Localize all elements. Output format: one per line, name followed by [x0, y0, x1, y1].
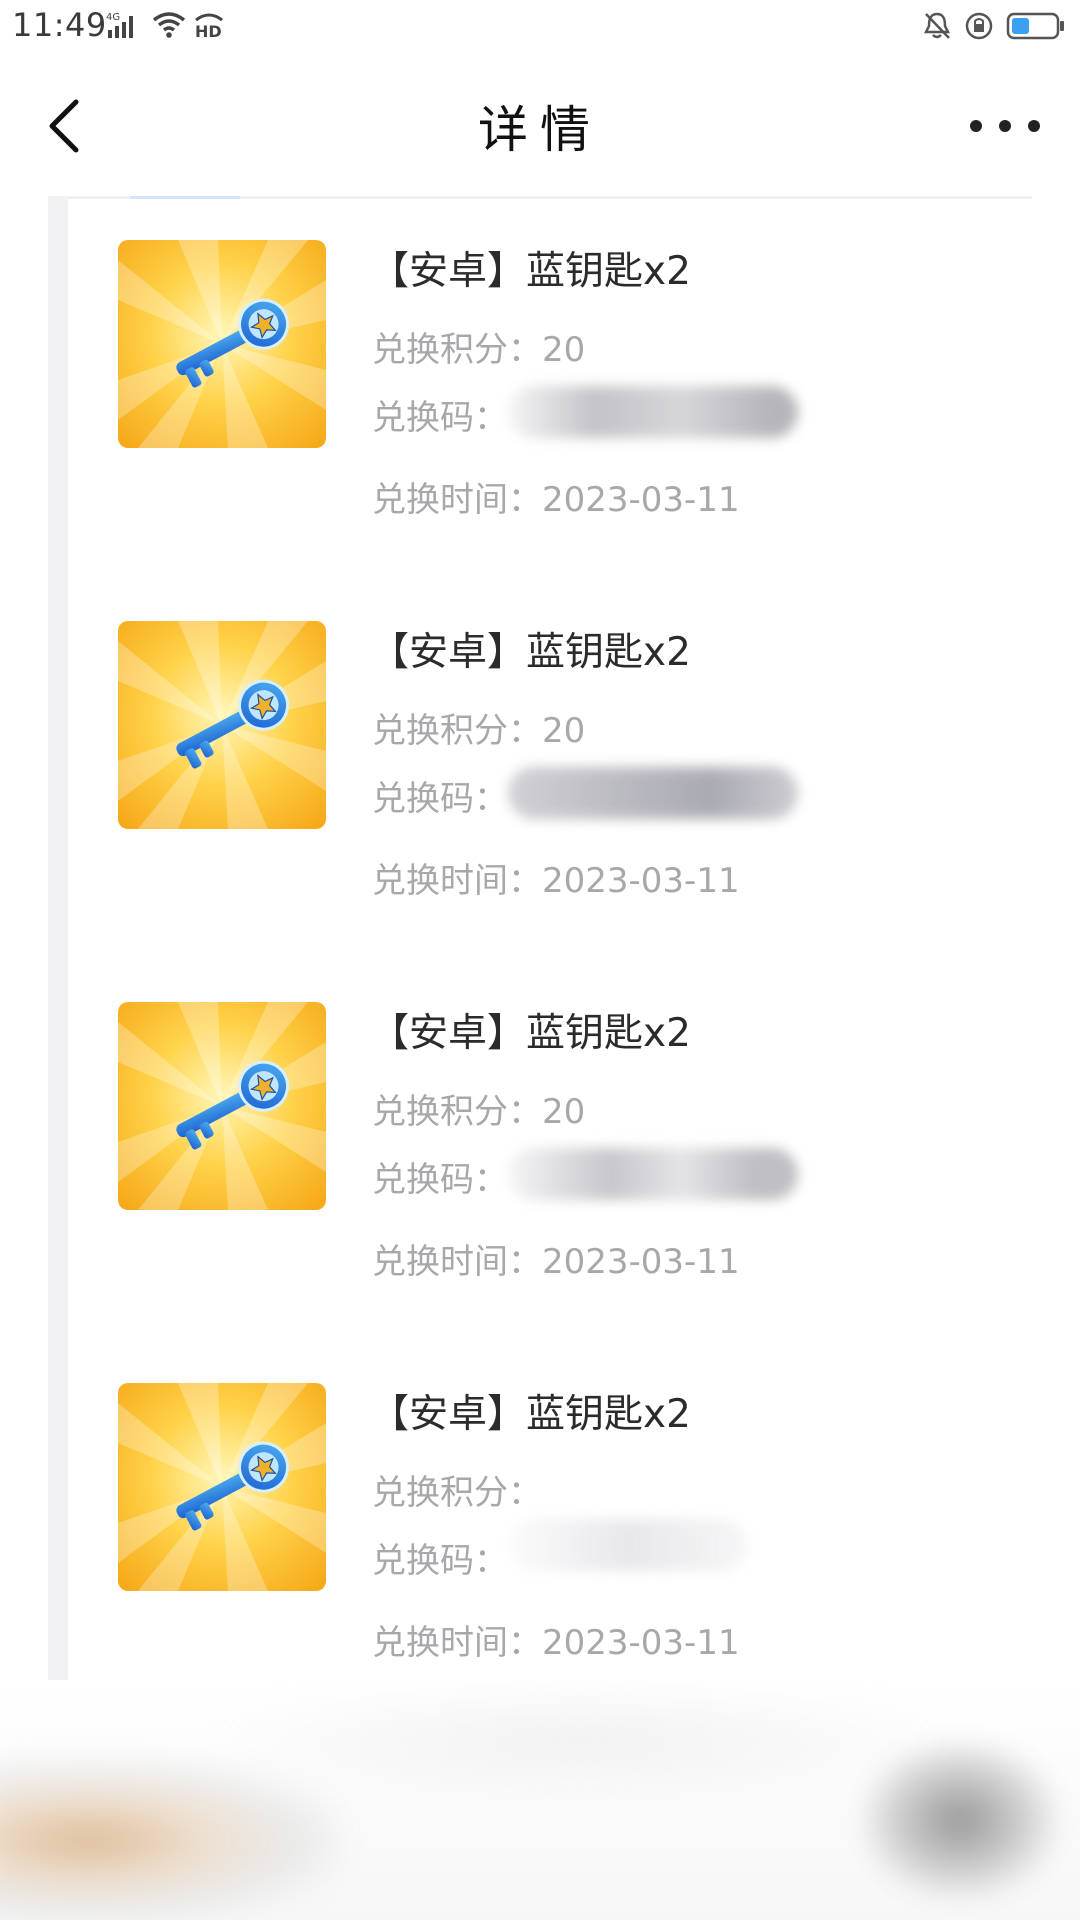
page-title: 详情: [478, 101, 602, 159]
points-label: 兑换积分：: [372, 711, 542, 751]
code-label: 兑换码：: [372, 779, 508, 819]
more-button[interactable]: [970, 106, 1040, 146]
code-label: 兑换码：: [372, 1541, 508, 1581]
code-label: 兑换码：: [372, 398, 508, 438]
time-label: 兑换时间：: [372, 480, 542, 520]
list-item[interactable]: 【安卓】蓝钥匙x2 兑换积分：20 兑换码： 兑换时间：2023-03-11: [0, 958, 1080, 1338]
points-row: 兑换积分：20: [372, 322, 585, 371]
list-item[interactable]: 【安卓】蓝钥匙x2 兑换积分：20 兑换码： 兑换时间：2023-03-11: [0, 196, 1080, 576]
content-area: 【安卓】蓝钥匙x2 兑换积分：20 兑换码： 兑换时间：2023-03-11 【…: [0, 196, 1080, 1680]
time-label: 兑换时间：: [372, 861, 542, 901]
blue-key-icon: [118, 240, 326, 448]
points-label: 兑换积分：: [372, 1473, 542, 1513]
redacted-code-blur: [508, 1519, 748, 1571]
svg-text:4G: 4G: [106, 12, 120, 23]
signal-icon: 4G: [106, 10, 146, 44]
points-label: 兑换积分：: [372, 330, 542, 370]
code-row[interactable]: 兑换码：: [372, 390, 508, 439]
product-thumbnail: [118, 621, 326, 829]
product-thumbnail: [118, 240, 326, 448]
product-thumbnail: [118, 1383, 326, 1591]
obscured-footer: [0, 1680, 1080, 1920]
rotation-lock-icon: [962, 10, 996, 46]
points-value: 20: [542, 330, 586, 370]
time-value: 2023-03-11: [542, 480, 740, 520]
redacted-code-blur: [508, 767, 798, 819]
blue-key-icon: [118, 1002, 326, 1210]
redacted-code-blur: [508, 1148, 798, 1200]
status-time: 11:49: [12, 6, 107, 44]
points-label: 兑换积分：: [372, 1092, 542, 1132]
points-row: 兑换积分：20: [372, 703, 585, 752]
mute-bell-icon: [922, 10, 952, 46]
status-left-icons: 4G HD: [106, 10, 226, 44]
item-title: 【安卓】蓝钥匙x2: [370, 630, 691, 675]
status-right-icons: [922, 10, 1066, 46]
product-thumbnail: [118, 1002, 326, 1210]
more-dot-icon: [999, 120, 1011, 132]
list-item[interactable]: 【安卓】蓝钥匙x2 兑换积分：20 兑换码： 兑换时间：2023-03-11: [0, 577, 1080, 957]
more-dot-icon: [1028, 120, 1040, 132]
points-row: 兑换积分：20: [372, 1084, 585, 1133]
status-bar: 11:49 4G HD: [0, 0, 1080, 56]
time-row: 兑换时间：2023-03-11: [372, 472, 740, 521]
points-row: 兑换积分：: [372, 1465, 542, 1514]
time-row: 兑换时间：2023-03-11: [372, 853, 740, 902]
blue-key-icon: [118, 1383, 326, 1591]
time-value: 2023-03-11: [542, 1242, 740, 1282]
battery-icon: [1006, 11, 1066, 45]
hd-icon: HD: [192, 10, 226, 44]
more-dot-icon: [970, 120, 982, 132]
code-row[interactable]: 兑换码：: [372, 1152, 508, 1201]
points-value: 20: [542, 711, 586, 751]
blur-smudge: [860, 1740, 1060, 1900]
time-label: 兑换时间：: [372, 1623, 542, 1663]
item-title: 【安卓】蓝钥匙x2: [370, 1392, 691, 1437]
svg-text:HD: HD: [195, 22, 222, 40]
list-item[interactable]: 【安卓】蓝钥匙x2 兑换积分： 兑换码： 兑换时间：2023-03-11: [0, 1339, 1080, 1719]
wifi-icon: [152, 10, 186, 44]
points-value: 20: [542, 1092, 586, 1132]
redacted-code-blur: [508, 386, 798, 438]
time-row: 兑换时间：2023-03-11: [372, 1615, 740, 1664]
app-header: 详情: [0, 56, 1080, 196]
item-title: 【安卓】蓝钥匙x2: [370, 249, 691, 294]
time-value: 2023-03-11: [542, 1623, 740, 1663]
time-label: 兑换时间：: [372, 1242, 542, 1282]
code-label: 兑换码：: [372, 1160, 508, 1200]
blur-smudge: [0, 1760, 340, 1920]
blue-key-icon: [118, 621, 326, 829]
time-row: 兑换时间：2023-03-11: [372, 1234, 740, 1283]
code-row[interactable]: 兑换码：: [372, 1533, 508, 1582]
time-value: 2023-03-11: [542, 861, 740, 901]
code-row[interactable]: 兑换码：: [372, 771, 508, 820]
item-title: 【安卓】蓝钥匙x2: [370, 1011, 691, 1056]
